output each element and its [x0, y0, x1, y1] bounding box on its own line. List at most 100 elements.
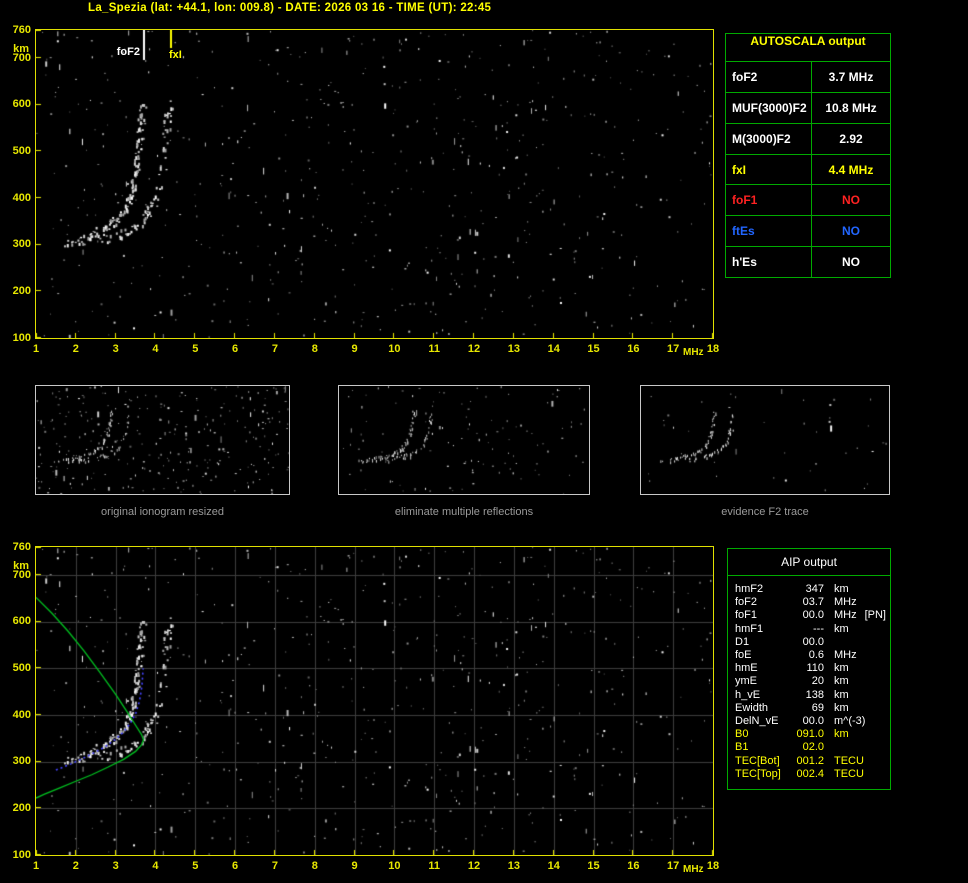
y-tick-label: 700 — [12, 568, 31, 581]
aip-row: hmE 110 km — [728, 662, 890, 675]
aip-row: Ewidth 69 km — [728, 702, 890, 715]
x-axis-unit-top: MHz — [683, 347, 704, 358]
x-tick-label: 15 — [587, 860, 600, 872]
autoscala-row: ftEs NO — [726, 216, 890, 248]
x-tick-label: 13 — [507, 343, 520, 355]
autoscala-rows: foF2 3.7 MHz MUF(3000)F2 10.8 MHz M(3000)F2 2… — [726, 62, 890, 278]
aip-row-unit: MHz — [834, 649, 857, 662]
y-tick-label: 300 — [12, 755, 31, 768]
x-tick-label: 9 — [351, 343, 358, 355]
y-tick-label: 200 — [12, 284, 31, 297]
aip-row-unit: km — [834, 675, 849, 688]
aip-row-value: 091.0 — [796, 728, 824, 741]
aip-row-value: 02.0 — [802, 741, 824, 754]
aip-row-unit: m^(-3) — [834, 715, 866, 728]
autoscala-row: foF1 NO — [726, 185, 890, 217]
aip-row: foE 0.6 MHz — [728, 649, 890, 662]
x-tick-label: 2 — [72, 860, 79, 872]
autoscala-row-label: MUF(3000)F2 — [726, 92, 812, 123]
aip-row-value: 138 — [805, 688, 824, 701]
autoscala-output-table: AUTOSCALA output foF2 3.7 MHz MUF(3000)F2 1… — [725, 33, 891, 278]
aip-row: hmF1 --- km — [728, 623, 890, 636]
aip-row-unit: MHz — [834, 609, 857, 622]
autoscala-row: fxI 4.4 MHz — [726, 154, 890, 186]
autoscala-row-label: foF1 — [726, 185, 812, 216]
y-tick-label: 400 — [12, 708, 31, 721]
aip-row-name: Ewidth — [735, 701, 769, 714]
bottom-ionogram-canvas — [36, 547, 713, 855]
aip-row-name: hmF2 — [735, 583, 764, 595]
x-tick-label: 12 — [467, 860, 481, 872]
aip-row-unit: km — [834, 622, 849, 635]
autoscala-row-value: 2.92 — [839, 131, 863, 146]
autoscala-row-label: h'Es — [726, 247, 812, 278]
aip-row: B0 091.0 km — [728, 728, 890, 741]
aip-row: D1 00.0 — [728, 636, 890, 649]
x-tick-label: 7 — [271, 860, 278, 872]
aip-row-name: B0 — [735, 728, 749, 741]
aip-output-table: AIP output hmF2 347 km foF2 03.7 MHz foF1 00.0 M… — [727, 548, 891, 790]
autoscala-row-label: M(3000)F2 — [726, 123, 812, 154]
aip-row-unit: km — [834, 583, 849, 595]
aip-row-name: TEC[Bot] — [735, 754, 780, 767]
x-tick-label: 16 — [627, 343, 640, 355]
aip-row: hmF2 347 km — [728, 583, 890, 596]
aip-row-name: ymE — [735, 675, 757, 688]
aip-row-unit: TECU — [834, 767, 864, 780]
x-tick-label: 17 — [667, 343, 680, 355]
aip-row-unit: MHz — [834, 596, 857, 609]
y-tick-label: 760 — [12, 23, 31, 36]
x-tick-label: 14 — [547, 860, 560, 872]
aip-row-name: hmF1 — [735, 622, 764, 635]
y-tick-label: 400 — [12, 191, 31, 204]
aip-row-value: 002.4 — [796, 767, 824, 780]
x-tick-label: 4 — [152, 343, 159, 355]
station-title: La_Spezia (lat: +44.1, lon: 009.8) - DAT… — [88, 2, 492, 14]
autoscala-row-value: 3.7 MHz — [828, 69, 874, 84]
aip-row: TEC[Top] 002.4 TECU — [728, 768, 890, 781]
y-tick-label: 100 — [12, 331, 31, 344]
x-tick-label: 10 — [388, 860, 401, 872]
x-tick-label: 9 — [351, 860, 358, 872]
aip-row-value: 20 — [811, 675, 824, 688]
aip-row-unit: km — [834, 688, 849, 701]
autoscala-row-value: 10.8 MHz — [825, 100, 877, 115]
aip-row-name: foE — [735, 649, 752, 662]
x-tick-label: 8 — [311, 860, 318, 872]
x-tick-label: 1 — [32, 343, 40, 355]
aip-row-name: foF1 — [735, 609, 758, 622]
aip-row-value: 00.0 — [802, 715, 824, 728]
thumbnail-caption-original: original ionogram resized — [101, 506, 224, 518]
aip-row: TEC[Bot] 001.2 TECU — [728, 755, 890, 768]
autoscala-row-label: foF2 — [726, 62, 812, 92]
x-tick-label: 5 — [192, 343, 199, 355]
autoscala-row-value: NO — [842, 224, 860, 239]
autoscala-row: M(3000)F2 2.92 — [726, 123, 890, 155]
x-tick-label: 16 — [627, 860, 640, 872]
autoscala-row-value: 4.4 MHz — [828, 162, 874, 177]
x-tick-label: 11 — [428, 343, 441, 355]
x-tick-label: 6 — [232, 343, 239, 355]
autoscala-row-value: NO — [842, 255, 860, 270]
y-tick-label: 700 — [12, 51, 31, 64]
thumbnail-caption-evidence: evidence F2 trace — [721, 506, 809, 518]
aip-row: h_vE 138 km — [728, 689, 890, 702]
aip-row-value: 0.6 — [808, 649, 824, 662]
fof2-marker-label: foF2 — [116, 46, 140, 58]
aip-row-name: TEC[Top] — [735, 767, 781, 780]
x-tick-label: 10 — [388, 343, 401, 355]
aip-row-note: [PN] — [864, 609, 886, 622]
y-tick-label: 600 — [12, 615, 31, 628]
aip-row-unit: km — [834, 728, 849, 741]
x-tick-label: 3 — [112, 343, 119, 355]
thumbnail-original-ionogram — [35, 385, 290, 495]
x-tick-label: 7 — [271, 343, 278, 355]
aip-row-name: B1 — [735, 741, 749, 754]
aip-row-value: 03.7 — [802, 596, 824, 609]
top-ionogram-plot — [35, 29, 714, 339]
fxi-marker-label: fxI — [169, 49, 182, 61]
autoscala-row: h'Es NO — [726, 247, 890, 278]
aip-row: foF2 03.7 MHz — [728, 596, 890, 609]
aip-row-value: 347 — [805, 583, 824, 595]
x-axis-unit-bottom: MHz — [683, 864, 704, 875]
